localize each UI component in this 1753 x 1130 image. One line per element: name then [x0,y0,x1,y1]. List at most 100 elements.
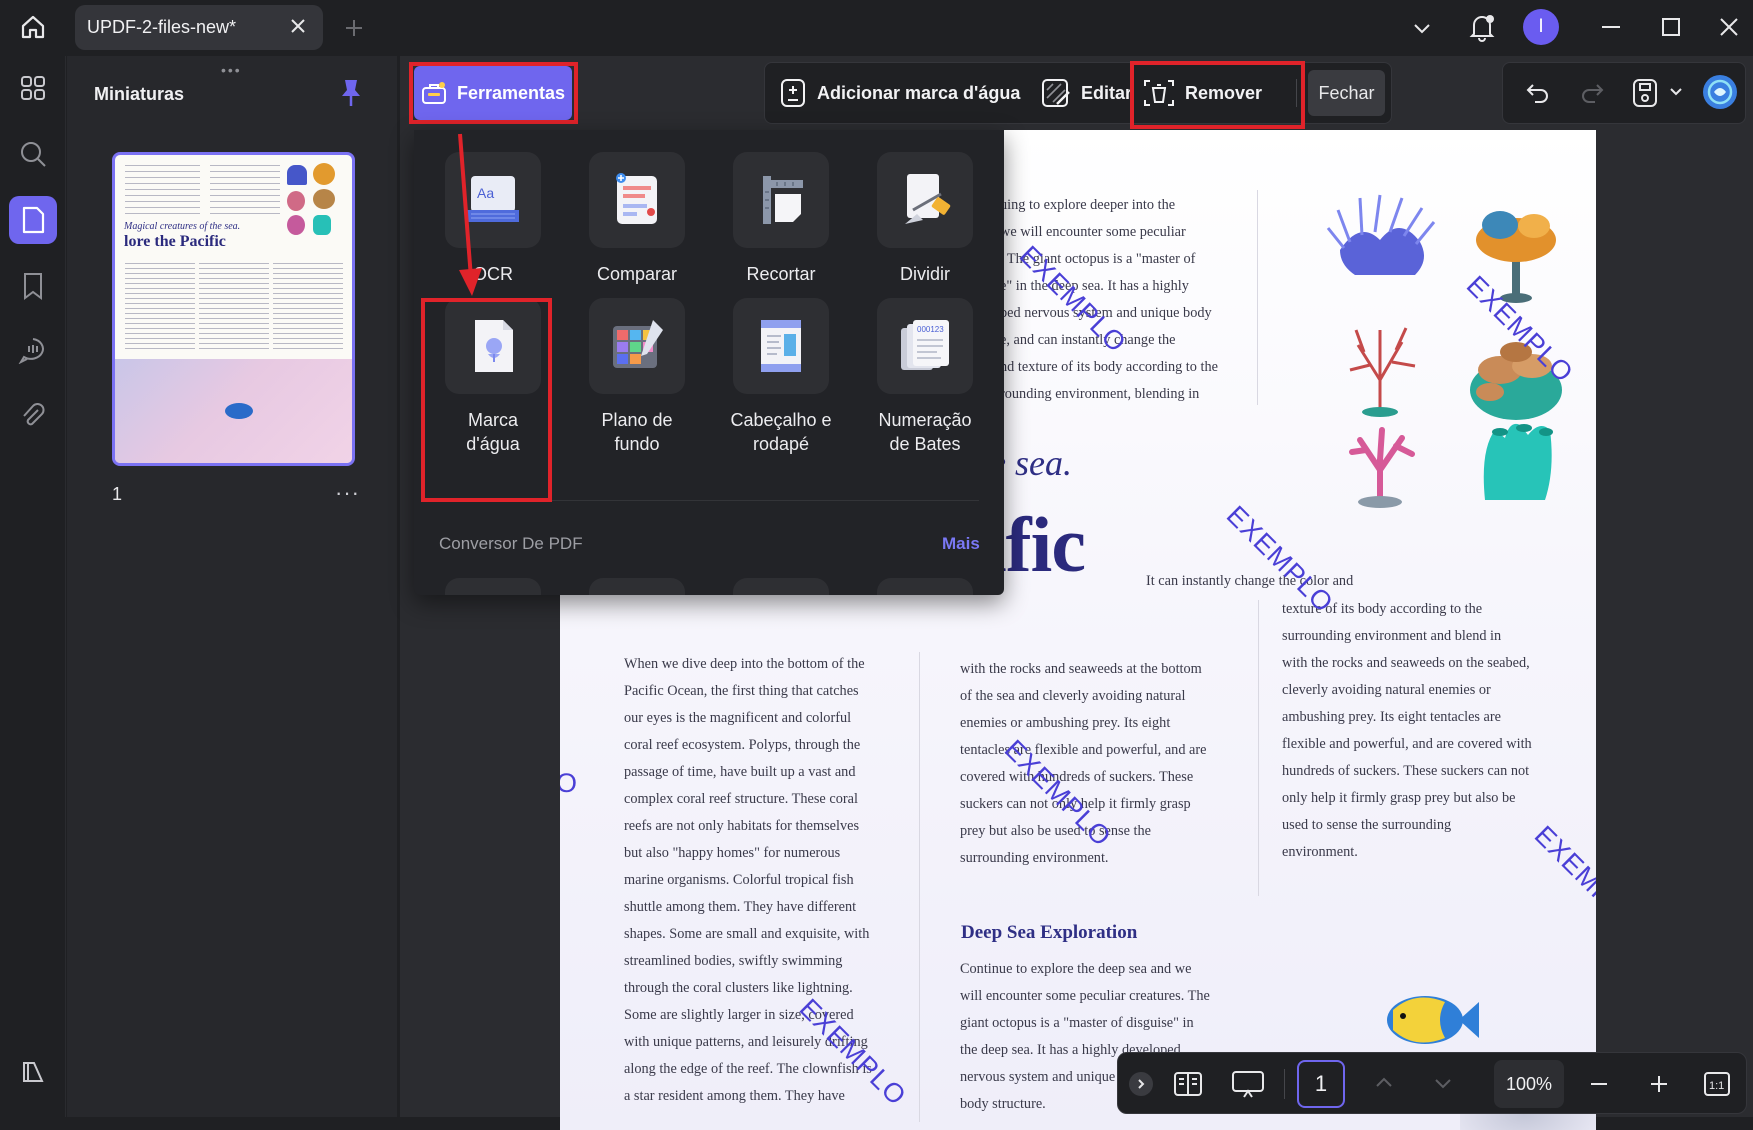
svg-text:000123: 000123 [917,325,944,334]
thumb-coral [313,163,335,185]
compare-icon [589,152,685,248]
tab-title: UPDF-2-files-new* [87,17,237,37]
add-watermark-button[interactable]: Adicionar marca d'água [779,63,1020,123]
tropical-fish [1387,996,1479,1044]
tool-label: Plano de fundo [601,410,673,454]
converter-tool-preview[interactable] [877,578,973,595]
close-watermark-button[interactable]: Fechar [1308,70,1385,116]
attachment-icon[interactable] [9,392,57,440]
highlight-box [409,62,578,124]
bar-divider [1284,1069,1285,1099]
thumb-coral [287,191,305,211]
annotation-arrow [458,133,482,296]
add-watermark-label: Adicionar marca d'água [817,82,1021,103]
watermark-fragment: O [560,768,579,798]
ai-assistant-icon[interactable] [1701,73,1739,111]
home-icon[interactable] [14,10,52,44]
thumb-text-block [210,165,280,217]
tool-bates-numbering[interactable]: 000123 Numeração de Bates [865,298,985,456]
right-column: texture of its body according to the surr… [1282,601,1532,860]
bookmark-icon[interactable] [9,262,57,310]
thumbnail-page-number: 1 [112,484,123,504]
thumbnails-panel: ••• Miniaturas Magical creatures of the … [67,56,397,1117]
svg-text:1:1: 1:1 [1709,1080,1724,1092]
watermark-text: EXEMPLO [1220,500,1340,619]
page-thumbnail[interactable]: Magical creatures of the sea. lore the P… [112,152,355,466]
header-footer-icon [733,298,829,394]
zoom-level[interactable]: 100% [1494,1060,1564,1108]
actual-size-icon[interactable]: 1:1 [1703,1071,1731,1097]
edit-watermark-button[interactable]: Editar [1041,63,1132,123]
converter-section-label: Conversor De PDF [439,534,583,553]
close-icon[interactable] [289,17,307,35]
thumb-coral [313,189,335,209]
new-tab-icon[interactable] [342,16,366,40]
pink-branch-coral [1349,427,1415,508]
apps-grid-icon[interactable] [9,64,57,112]
tool-split[interactable]: Dividir [865,152,985,286]
window-close-icon[interactable] [1716,14,1742,40]
thumb-heading-italic: Magical creatures of the sea. [124,221,241,232]
sidebar-toggle-icon[interactable] [9,1048,57,1096]
tool-compare[interactable]: Comparar [577,152,697,286]
column-divider [1257,190,1258,405]
more-options-icon[interactable]: ··· [335,480,360,506]
tool-label: Comparar [596,264,678,284]
page-number-input[interactable]: 1 [1297,1060,1345,1108]
edit-label: Editar [1081,82,1133,103]
chevron-down-icon[interactable] [1408,14,1436,42]
left-column: When we dive deep into the bottom of the… [624,656,872,1104]
zoom-out-icon[interactable] [1589,1074,1609,1094]
converter-tool-preview[interactable] [733,578,829,595]
background-icon [589,298,685,394]
thumb-coral [287,165,307,185]
thumb-coral [313,215,331,235]
crop-icon [733,152,829,248]
search-icon[interactable] [9,130,57,178]
redo-icon[interactable] [1579,79,1605,105]
panel-title: Miniaturas [94,84,185,104]
maximize-icon[interactable] [1658,14,1684,40]
right-toolbar [1502,62,1746,124]
avatar[interactable]: I [1523,9,1559,45]
watermark-text: EXEMPLO [1528,820,1596,939]
thumb-heading-bold: lore the Pacific [124,233,226,250]
top-paragraph: uing to explore deeper into the we will e… [1000,197,1218,402]
document-tab[interactable]: UPDF-2-files-new* [75,5,323,50]
left-rail [0,56,66,1117]
presentation-icon[interactable] [1231,1069,1265,1099]
watermark-add-icon [779,78,807,108]
thumb-text-block [125,263,195,353]
page-layout-icon[interactable] [1173,1070,1203,1098]
save-options-chevron-icon[interactable] [1669,85,1683,99]
tool-label: Dividir [899,264,950,284]
tool-crop[interactable]: Recortar [721,152,841,286]
bates-numbering-icon: 000123 [877,298,973,394]
column-divider [919,652,920,1122]
edit-pattern-icon [1041,78,1071,108]
pin-icon[interactable] [340,78,362,108]
converter-tool-preview[interactable] [589,578,685,595]
notification-bell-icon[interactable] [1466,11,1498,43]
thumb-coral [287,215,305,235]
tool-header-footer[interactable]: Cabeçalho e rodapé [721,298,841,456]
comment-icon[interactable] [9,326,57,374]
minimize-icon[interactable] [1598,14,1624,40]
tool-label: Cabeçalho e rodapé [730,410,832,454]
panel-drag-handle[interactable]: ••• [221,62,242,78]
previous-page-icon[interactable] [1374,1073,1394,1093]
save-icon[interactable] [1631,78,1659,108]
undo-icon[interactable] [1525,79,1551,105]
highlight-box [1130,61,1305,129]
next-page-icon[interactable] [1433,1073,1453,1093]
tool-background[interactable]: Plano de fundo [577,298,697,456]
blue-anemone [1326,194,1436,275]
collapse-bar-icon[interactable] [1129,1072,1153,1096]
red-fan-coral [1349,327,1416,417]
thumb-text-block [273,263,343,353]
more-link[interactable]: Mais [942,534,980,554]
thumb-fish [225,403,253,419]
thumbnails-icon[interactable] [9,196,57,244]
zoom-in-icon[interactable] [1649,1074,1669,1094]
converter-tool-preview[interactable] [445,578,541,595]
